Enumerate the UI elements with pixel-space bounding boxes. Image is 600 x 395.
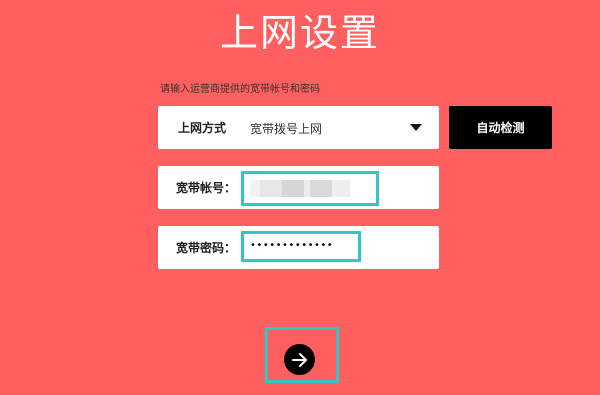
chevron-down-icon[interactable] — [410, 124, 422, 131]
page-title: 上网设置 — [219, 11, 380, 55]
connection-method-select[interactable]: 上网方式 宽带拨号上网 — [158, 106, 439, 149]
password-highlight — [241, 231, 361, 262]
arrow-right-icon — [291, 352, 307, 367]
next-button[interactable] — [284, 344, 315, 375]
account-label: 宽带帐号： — [176, 181, 237, 195]
auto-detect-button[interactable]: 自动检测 — [449, 106, 552, 149]
account-highlight — [241, 171, 379, 206]
form-hint: 请输入运营商提供的宽带帐号和密码 — [160, 84, 320, 95]
connection-method-label: 上网方式 — [178, 121, 227, 135]
password-label: 宽带密码： — [176, 241, 237, 255]
connection-method-value: 宽带拨号上网 — [250, 122, 323, 136]
